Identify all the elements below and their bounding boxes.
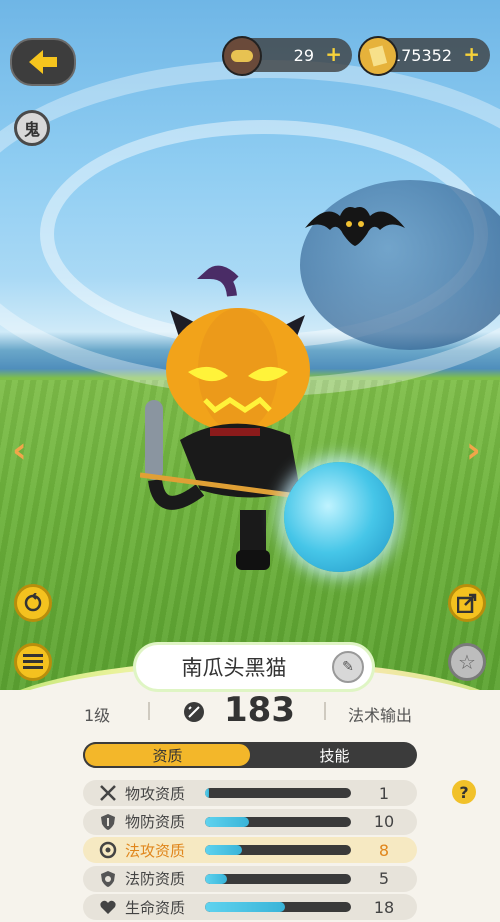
stat-label: 法攻资质 [125, 841, 186, 860]
stat-row: 法防资质 5 [83, 865, 417, 892]
star-icon: ☆ [458, 650, 476, 674]
stat-row: 生命资质 18 [83, 894, 417, 920]
share-icon [457, 593, 477, 613]
crossed-swords-icon [97, 782, 119, 804]
stat-bar-fill [205, 873, 227, 884]
stat-bar [205, 845, 351, 855]
stat-bar-fill [205, 845, 242, 855]
share-button[interactable] [448, 584, 486, 622]
help-button[interactable]: ? [452, 780, 476, 804]
pet-name: 南瓜头黑猫 [181, 656, 287, 680]
pet-summary-row: 1级 183 法术输出 [0, 690, 500, 730]
back-button[interactable] [10, 38, 76, 86]
magic-swirl-icon [97, 839, 119, 861]
divider [148, 702, 150, 720]
combat-power: 183 [224, 690, 295, 730]
ticket-counter: 175352 + [358, 36, 490, 76]
pencil-icon: ✎ [342, 659, 354, 675]
favorite-button[interactable]: ☆ [448, 643, 486, 681]
stat-label: 生命资质 [125, 898, 186, 917]
stat-bar [205, 873, 351, 884]
back-arrow-icon [29, 50, 57, 74]
coin-counter: 29 + [222, 36, 352, 76]
ghost-type-badge[interactable]: 鬼 [14, 110, 50, 146]
stat-label: 物攻资质 [125, 784, 186, 803]
stat-value: 1 [378, 783, 390, 803]
coin-icon [222, 36, 262, 76]
info-tabs: 资质 技能 [83, 742, 417, 768]
swap-icon [24, 593, 42, 612]
power-icon [184, 702, 204, 722]
stat-row: 物攻资质 1 [83, 780, 417, 806]
add-coins-button[interactable]: + [325, 44, 342, 64]
add-tickets-button[interactable]: + [463, 44, 480, 64]
tab-aptitude[interactable]: 资质 [83, 742, 252, 768]
stat-bar [205, 788, 351, 798]
magic-orb [284, 462, 394, 572]
stat-row: 法攻资质 8 [83, 837, 417, 863]
pet-role: 法术输出 [348, 706, 413, 725]
stat-label: 物防资质 [125, 813, 186, 831]
stat-label: 法防资质 [125, 870, 186, 888]
heart-icon [97, 896, 119, 918]
prev-pet-arrow-icon[interactable]: ‹ [12, 430, 27, 471]
ticket-amount: 175352 [390, 45, 452, 65]
stat-bar [205, 816, 351, 827]
rename-button[interactable]: ✎ [332, 651, 364, 683]
pet-level: 1级 [84, 706, 111, 725]
divider [324, 702, 326, 720]
stat-row: 物防资质 10 [83, 808, 417, 835]
coin-amount: 29 [293, 45, 314, 65]
next-pet-arrow-icon[interactable]: › [466, 430, 481, 471]
list-icon [23, 654, 43, 669]
stat-bar-fill [205, 788, 210, 798]
stat-value: 8 [378, 840, 390, 860]
magic-shield-icon [97, 868, 119, 890]
stat-bar-fill [205, 902, 286, 912]
bat-pet [305, 207, 405, 246]
pet-name-pill: 南瓜头黑猫 ✎ [136, 645, 372, 689]
stat-bar [205, 902, 351, 912]
tab-skills[interactable]: 技能 [252, 742, 417, 768]
stat-bar-fill [205, 816, 249, 827]
stat-value: 10 [373, 812, 395, 831]
pet-swap-button[interactable] [14, 584, 52, 622]
shield-icon [97, 811, 119, 833]
stat-value: 5 [378, 869, 390, 888]
question-icon: ? [459, 782, 469, 802]
menu-button[interactable] [14, 643, 52, 681]
ticket-icon [358, 36, 398, 76]
stat-value: 18 [373, 897, 395, 917]
